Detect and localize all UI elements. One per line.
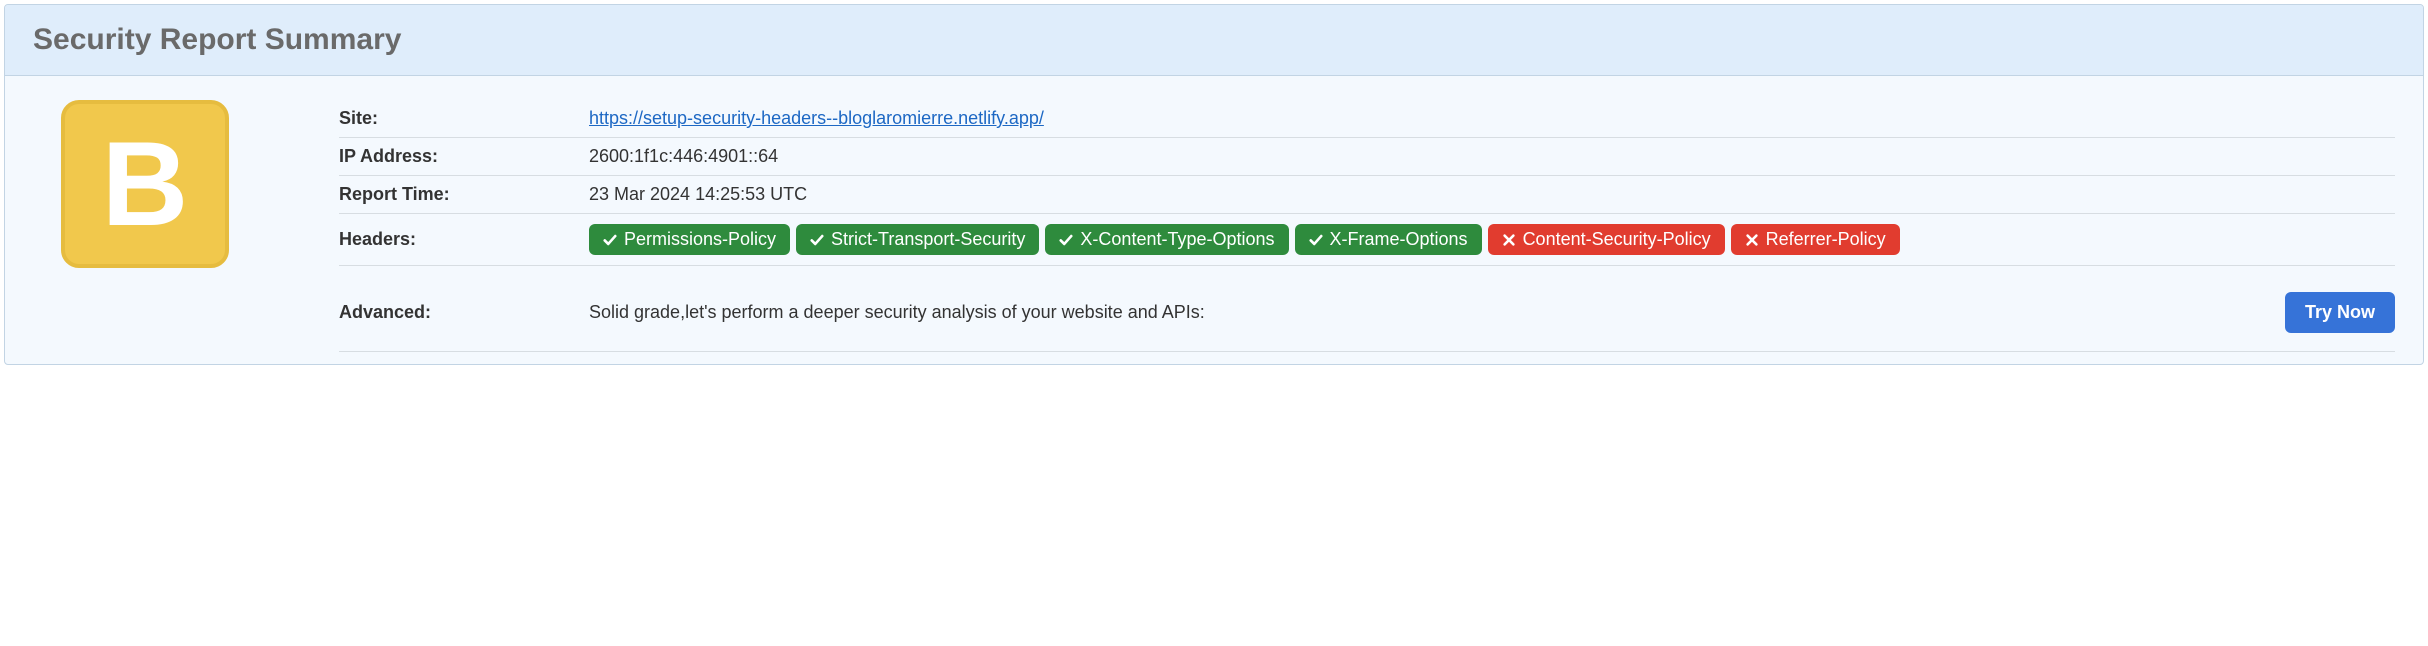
label-time: Report Time: — [339, 184, 589, 205]
label-advanced: Advanced: — [339, 302, 589, 323]
header-pill: X-Frame-Options — [1295, 224, 1482, 255]
value-advanced: Solid grade,let's perform a deeper secur… — [589, 292, 2395, 333]
label-headers: Headers: — [339, 229, 589, 250]
security-report-panel: Security Report Summary B Site: https://… — [4, 4, 2424, 365]
header-pill-label: Content-Security-Policy — [1523, 228, 1711, 251]
row-headers: Headers: Permissions-Policy Strict-Transp… — [339, 214, 2395, 266]
grade-letter: B — [102, 124, 189, 244]
header-pill-label: Strict-Transport-Security — [831, 228, 1025, 251]
row-ip: IP Address: 2600:1f1c:446:4901::64 — [339, 138, 2395, 176]
check-icon — [1309, 233, 1323, 247]
details-table: Site: https://setup-security-headers--bl… — [339, 100, 2395, 352]
check-icon — [1059, 233, 1073, 247]
check-icon — [810, 233, 824, 247]
row-time: Report Time: 23 Mar 2024 14:25:53 UTC — [339, 176, 2395, 214]
value-time: 23 Mar 2024 14:25:53 UTC — [589, 184, 2395, 205]
panel-title: Security Report Summary — [33, 23, 2395, 57]
panel-body: B Site: https://setup-security-headers--… — [5, 76, 2423, 364]
header-pill: Strict-Transport-Security — [796, 224, 1039, 255]
header-pill: Content-Security-Policy — [1488, 224, 1725, 255]
headers-pill-container: Permissions-Policy Strict-Transport-Secur… — [589, 224, 2395, 255]
header-pill-label: X-Frame-Options — [1330, 228, 1468, 251]
panel-header: Security Report Summary — [5, 5, 2423, 76]
header-pill: X-Content-Type-Options — [1045, 224, 1288, 255]
label-site: Site: — [339, 108, 589, 129]
check-icon — [603, 233, 617, 247]
cross-icon — [1502, 233, 1516, 247]
header-pill-label: Permissions-Policy — [624, 228, 776, 251]
header-pill: Permissions-Policy — [589, 224, 790, 255]
advanced-text: Solid grade,let's perform a deeper secur… — [589, 302, 1205, 323]
value-ip: 2600:1f1c:446:4901::64 — [589, 146, 2395, 167]
value-site: https://setup-security-headers--bloglaro… — [589, 108, 2395, 129]
row-site: Site: https://setup-security-headers--bl… — [339, 100, 2395, 138]
site-link[interactable]: https://setup-security-headers--bloglaro… — [589, 108, 1044, 129]
try-now-button[interactable]: Try Now — [2285, 292, 2395, 333]
grade-badge: B — [61, 100, 229, 268]
header-pill: Referrer-Policy — [1731, 224, 1900, 255]
header-pill-label: X-Content-Type-Options — [1080, 228, 1274, 251]
row-advanced: Advanced: Solid grade,let's perform a de… — [339, 266, 2395, 352]
header-pill-label: Referrer-Policy — [1766, 228, 1886, 251]
label-ip: IP Address: — [339, 146, 589, 167]
cross-icon — [1745, 233, 1759, 247]
